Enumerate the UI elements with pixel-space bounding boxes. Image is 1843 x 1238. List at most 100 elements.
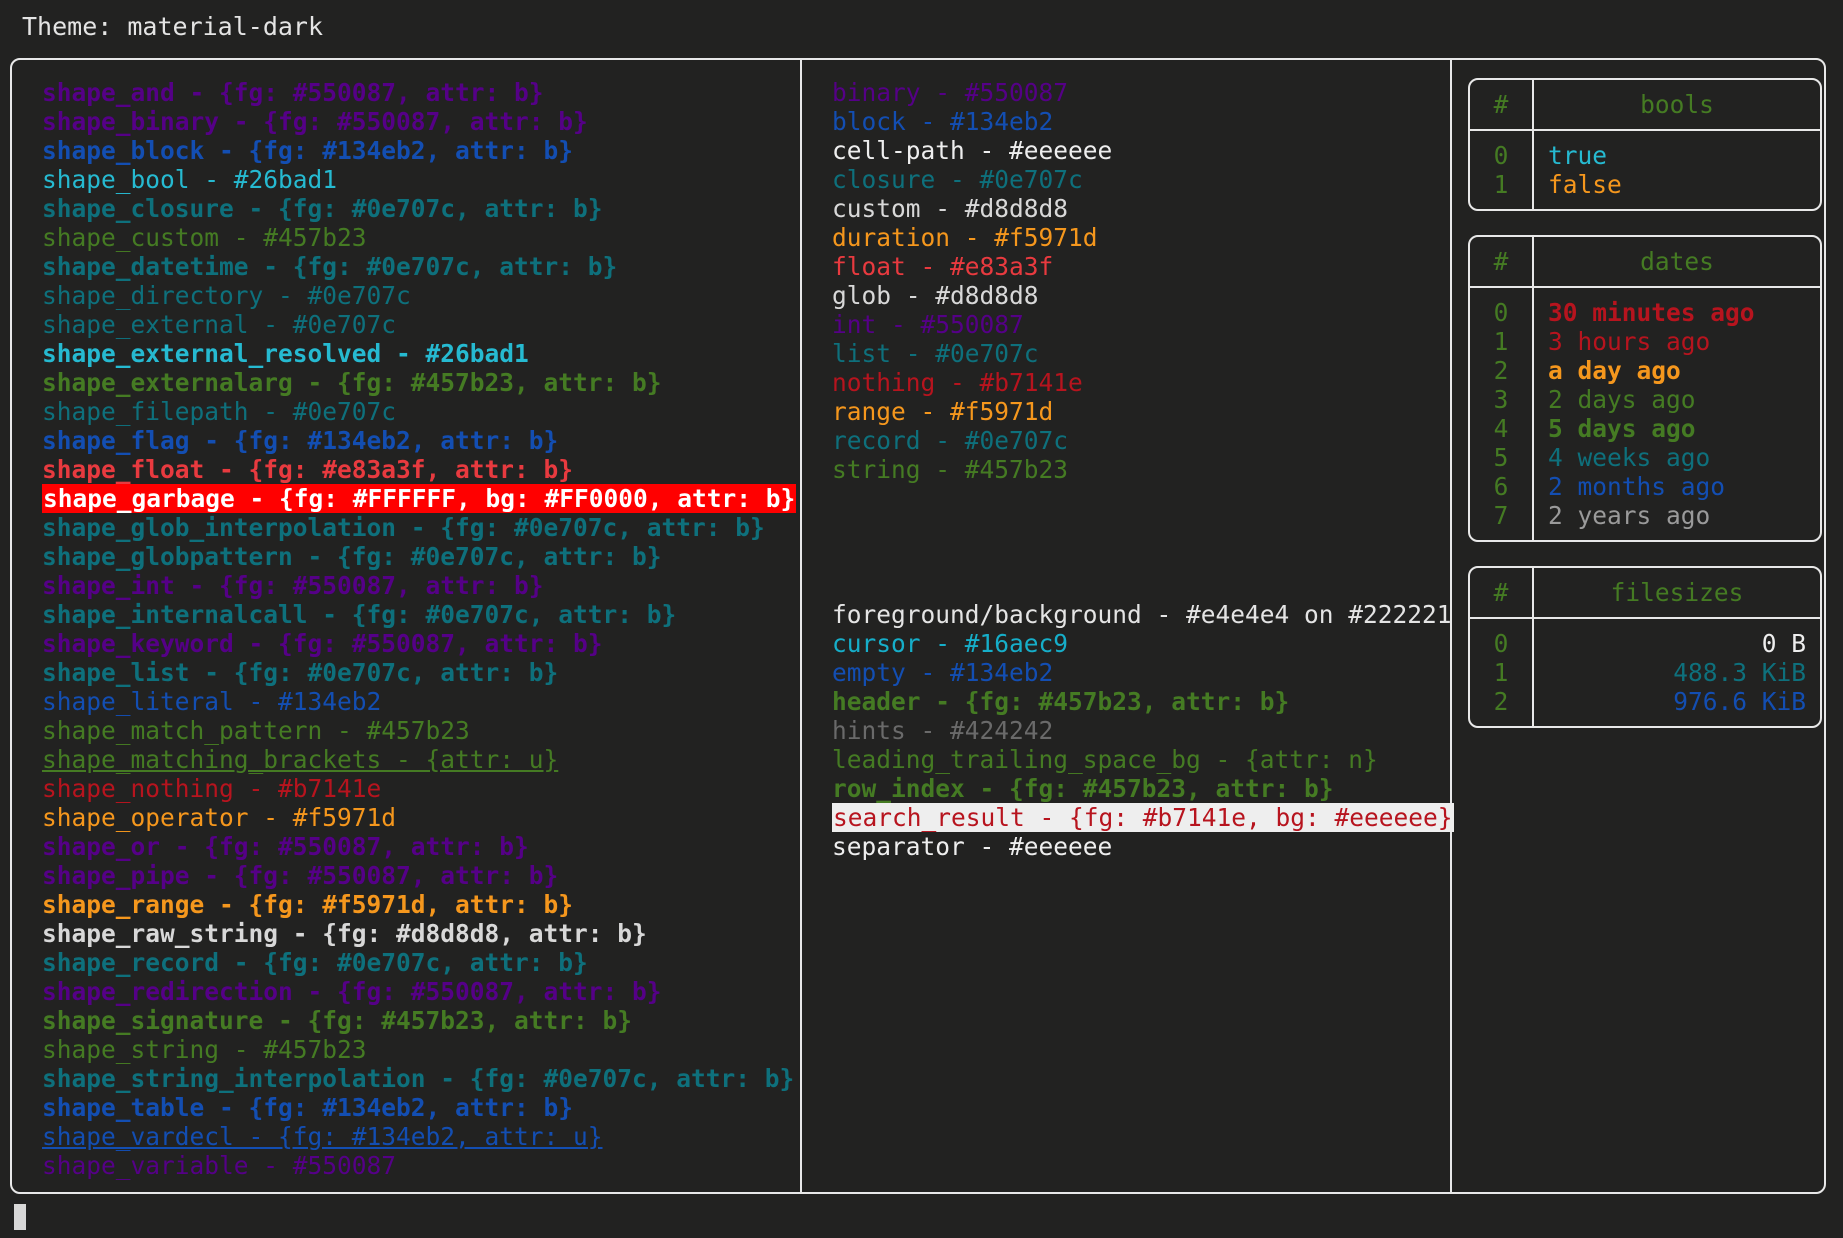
- shape-entry: shape_int - {fg: #550087, attr: b}: [42, 571, 544, 600]
- types-and-ui-column: binary - #550087 block - #134eb2 cell-path…: [802, 60, 1454, 1192]
- type-entry: binary - #550087: [832, 78, 1069, 107]
- shape-entry: shape_garbage - {fg: #FFFFFF, bg: #FF000…: [42, 484, 797, 513]
- row-value: 488.3 KiB: [1673, 658, 1806, 687]
- row-value: true: [1548, 141, 1608, 170]
- ui-element-entry: cursor - #16aec9: [832, 629, 1069, 658]
- type-entry: glob - #d8d8d8: [832, 281, 1039, 310]
- shape-entry: shape_datetime - {fg: #0e707c, attr: b}: [42, 252, 618, 281]
- table-row: 1 488.3 KiB: [1470, 658, 1820, 687]
- table-row: 7 2 years ago: [1470, 501, 1820, 540]
- ui-element-entry: row_index - {fg: #457b23, attr: b}: [832, 774, 1334, 803]
- theme-preview-panel: shape_and - {fg: #550087, attr: b} shape_…: [10, 58, 1826, 1194]
- ui-element-entry: separator - #eeeeee: [832, 832, 1113, 861]
- shape-entry: shape_raw_string - {fg: #d8d8d8, attr: b…: [42, 919, 647, 948]
- table-header-row: # dates: [1470, 237, 1820, 288]
- shape-entry: shape_keyword - {fg: #550087, attr: b}: [42, 629, 603, 658]
- shape-entry: shape_match_pattern - #457b23: [42, 716, 470, 745]
- shape-entry: shape_nothing - #b7141e: [42, 774, 382, 803]
- shape-entry: shape_internalcall - {fg: #0e707c, attr:…: [42, 600, 677, 629]
- shape-entry: shape_externalarg - {fg: #457b23, attr: …: [42, 368, 662, 397]
- type-entry: range - #f5971d: [832, 397, 1054, 426]
- shape-entry: shape_flag - {fg: #134eb2, attr: b}: [42, 426, 559, 455]
- column-header-value: bools: [1534, 80, 1820, 131]
- type-entry: duration - #f5971d: [832, 223, 1098, 252]
- table-dates: # dates 0 30 minutes ago 1 3 hours ago 2 a day …: [1468, 235, 1822, 542]
- table-row: 5 4 weeks ago: [1470, 443, 1820, 472]
- table-row: 6 2 months ago: [1470, 472, 1820, 501]
- table-row: 2 a day ago: [1470, 356, 1820, 385]
- table-row: 0 true: [1470, 131, 1820, 170]
- ui-element-entry: empty - #134eb2: [832, 658, 1054, 687]
- shape-entry: shape_range - {fg: #f5971d, attr: b}: [42, 890, 574, 919]
- shape-entry: shape_table - {fg: #134eb2, attr: b}: [42, 1093, 574, 1122]
- shapes-column: shape_and - {fg: #550087, attr: b} shape_…: [12, 60, 802, 1192]
- shape-entry: shape_operator - #f5971d: [42, 803, 397, 832]
- row-value: false: [1548, 170, 1622, 199]
- row-value: 5 days ago: [1548, 414, 1696, 443]
- shape-entry: shape_vardecl - {fg: #134eb2, attr: u}: [42, 1122, 603, 1151]
- table-row: 1 3 hours ago: [1470, 327, 1820, 356]
- shape-entry: shape_external - #0e707c: [42, 310, 397, 339]
- tables-column: # bools 0 true 1 false # dates 0 30 minutes ago 1 3…: [1452, 60, 1822, 1192]
- shape-entry: shape_or - {fg: #550087, attr: b}: [42, 832, 529, 861]
- row-value: 2 years ago: [1548, 501, 1711, 530]
- shape-entry: shape_record - {fg: #0e707c, attr: b}: [42, 948, 588, 977]
- shape-entry: shape_filepath - #0e707c: [42, 397, 397, 426]
- type-entry: closure - #0e707c: [832, 165, 1083, 194]
- terminal-screen: Theme: material-dark shape_and - {fg: #5…: [0, 0, 1843, 1238]
- shape-entry: shape_glob_interpolation - {fg: #0e707c,…: [42, 513, 765, 542]
- terminal-cursor: [14, 1204, 26, 1230]
- sample-tables: # bools 0 true 1 false # dates 0 30 minutes ago 1 3…: [1452, 72, 1822, 728]
- ui-element-entry: hints - #424242: [832, 716, 1054, 745]
- ui-elements-list: foreground/background - #e4e4e4 on #2222…: [802, 484, 1454, 861]
- row-index: 1: [1470, 658, 1534, 687]
- types-list: binary - #550087 block - #134eb2 cell-path…: [802, 72, 1450, 484]
- row-value: 2 months ago: [1548, 472, 1726, 501]
- type-entry: int - #550087: [832, 310, 1024, 339]
- row-index: 1: [1470, 327, 1534, 356]
- shape-entry: shape_matching_brackets - {attr: u}: [42, 745, 559, 774]
- row-index: 3: [1470, 385, 1534, 414]
- column-header-value: dates: [1534, 237, 1820, 288]
- row-value: 2 days ago: [1548, 385, 1696, 414]
- table-filesizes: # filesizes 0 0 B 1 488.3 KiB 2 976.6 KiB: [1468, 566, 1822, 728]
- column-header-index: #: [1470, 568, 1534, 619]
- shape-entry: shape_and - {fg: #550087, attr: b}: [42, 78, 544, 107]
- ui-element-entry: header - {fg: #457b23, attr: b}: [832, 687, 1290, 716]
- shape-entry: shape_directory - #0e707c: [42, 281, 411, 310]
- column-header-index: #: [1470, 80, 1534, 131]
- type-entry: nothing - #b7141e: [832, 368, 1083, 397]
- shape-entry: shape_external_resolved - #26bad1: [42, 339, 529, 368]
- row-index: 1: [1470, 170, 1534, 209]
- shape-entry: shape_string_interpolation - {fg: #0e707…: [42, 1064, 795, 1093]
- row-index: 6: [1470, 472, 1534, 501]
- row-value: 4 weeks ago: [1548, 443, 1711, 472]
- column-header-index: #: [1470, 237, 1534, 288]
- table-bools: # bools 0 true 1 false: [1468, 78, 1822, 211]
- type-entry: float - #e83a3f: [832, 252, 1054, 281]
- column-header-value: filesizes: [1534, 568, 1820, 619]
- shape-entry: shape_pipe - {fg: #550087, attr: b}: [42, 861, 559, 890]
- shape-entry: shape_closure - {fg: #0e707c, attr: b}: [42, 194, 603, 223]
- row-index: 0: [1470, 619, 1534, 658]
- row-index: 4: [1470, 414, 1534, 443]
- ui-element-entry: foreground/background - #e4e4e4 on #2222…: [832, 600, 1452, 629]
- shape-entry: shape_literal - #134eb2: [42, 687, 382, 716]
- type-entry: block - #134eb2: [832, 107, 1054, 136]
- row-index: 0: [1470, 131, 1534, 170]
- shape-entry: shape_custom - #457b23: [42, 223, 367, 252]
- type-entry: cell-path - #eeeeee: [832, 136, 1113, 165]
- ui-element-entry: leading_trailing_space_bg - {attr: n}: [832, 745, 1378, 774]
- table-row: 0 30 minutes ago: [1470, 288, 1820, 327]
- row-index: 0: [1470, 288, 1534, 327]
- shape-entry: shape_variable - #550087: [42, 1151, 397, 1180]
- ui-element-entry: search_result - {fg: #b7141e, bg: #eeeee…: [832, 803, 1454, 832]
- shape-entry: shape_float - {fg: #e83a3f, attr: b}: [42, 455, 574, 484]
- row-value: 30 minutes ago: [1548, 298, 1755, 327]
- shape-entry: shape_string - #457b23: [42, 1035, 367, 1064]
- row-value: 0 B: [1761, 629, 1806, 658]
- table-header-row: # bools: [1470, 80, 1820, 131]
- shape-entry: shape_block - {fg: #134eb2, attr: b}: [42, 136, 574, 165]
- row-index: 7: [1470, 501, 1534, 540]
